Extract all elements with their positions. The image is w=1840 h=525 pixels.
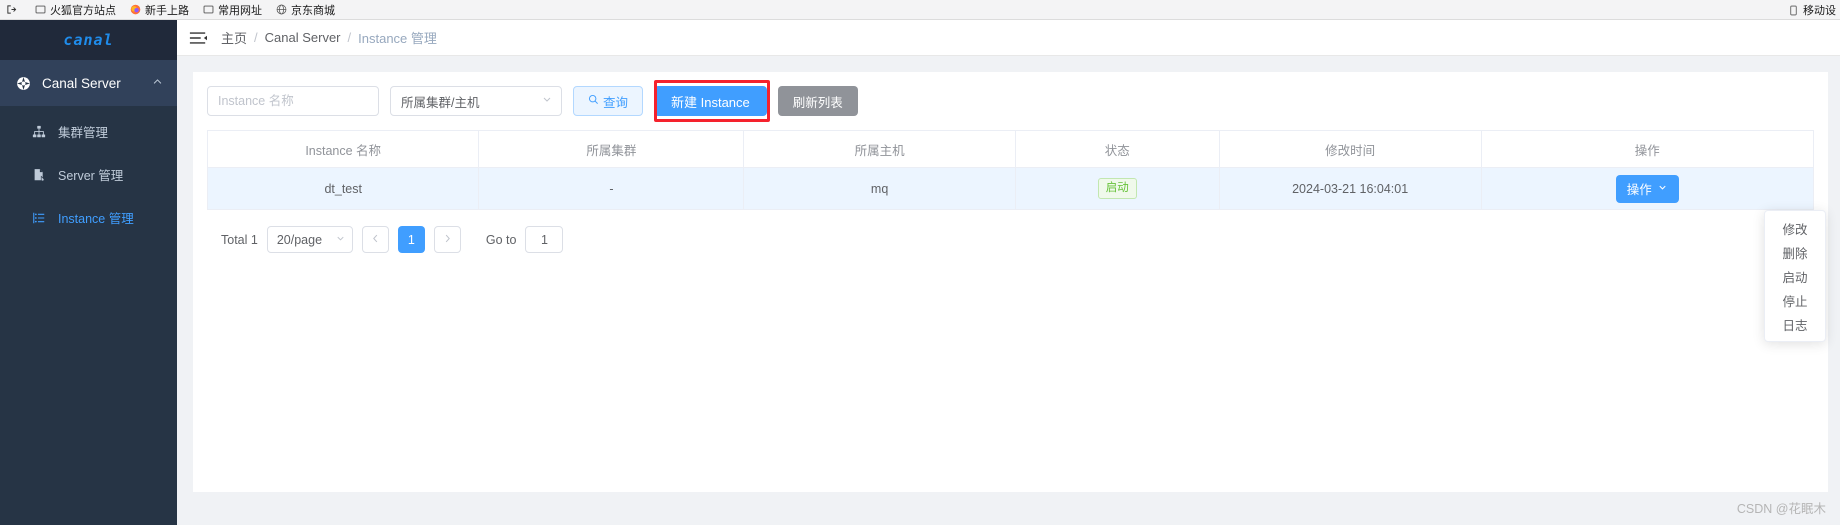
next-page-button[interactable] — [433, 226, 461, 253]
column-header-operation: 操作 — [1481, 130, 1815, 168]
bookmark-label: 新手上路 — [145, 4, 189, 17]
list-icon — [30, 211, 48, 225]
logo-text: canal — [63, 31, 114, 49]
app-shell: canal Canal Server 集群管理 Server 管理 Instan… — [0, 20, 1840, 525]
refresh-list-button[interactable]: 刷新列表 — [777, 86, 858, 116]
sidebar-group-canal-server[interactable]: Canal Server — [0, 60, 177, 106]
cell-status: 启动 — [1015, 167, 1220, 210]
sidebar-item-label: Instance 管理 — [58, 212, 134, 226]
row-action-dropdown-menu: 修改 删除 启动 停止 日志 — [1764, 210, 1826, 342]
watermark: CSDN @花眠木 — [1736, 502, 1826, 516]
cell-operation: 操作 — [1481, 167, 1815, 210]
table-header-row: Instance 名称 所属集群 所属主机 状态 修改时间 操作 — [206, 130, 1815, 168]
sidebar: canal Canal Server 集群管理 Server 管理 Instan… — [0, 20, 177, 525]
pagination-total: Total 1 — [221, 232, 258, 247]
column-header-modified: 修改时间 — [1219, 130, 1482, 168]
breadcrumb-item-current: Instance 管理 — [358, 31, 437, 46]
bookmark-import[interactable] — [6, 4, 21, 15]
page-number-1[interactable]: 1 — [397, 226, 425, 253]
bookmark-label: 常用网址 — [218, 4, 262, 17]
mobile-icon — [1788, 5, 1799, 16]
cell-instance-name: dt_test — [206, 167, 480, 210]
dropdown-item-stop[interactable]: 停止 — [1765, 288, 1825, 312]
globe-icon — [276, 4, 287, 15]
row-action-label: 操作 — [1626, 183, 1652, 197]
search-icon — [588, 94, 599, 108]
chevron-down-icon — [541, 94, 553, 109]
column-header-name: Instance 名称 — [206, 130, 480, 168]
document-edit-icon — [30, 168, 48, 182]
chevron-down-icon — [335, 233, 346, 247]
sidebar-group-label: Canal Server — [42, 75, 121, 91]
goto-label: Go to — [485, 232, 517, 247]
pagination: Total 1 20/page 1 Go to 1 — [207, 210, 1814, 253]
cluster-host-select-value: 所属集群/主机 — [401, 95, 480, 110]
sidebar-logo[interactable]: canal — [0, 20, 177, 60]
firefox-icon — [130, 4, 141, 15]
breadcrumb-separator: / — [254, 30, 258, 45]
cell-host: mq — [743, 167, 1016, 210]
chevron-left-icon — [370, 233, 381, 247]
chevron-right-icon — [442, 233, 453, 247]
dropdown-item-edit[interactable]: 修改 — [1765, 216, 1825, 240]
search-input[interactable] — [207, 86, 379, 116]
column-header-status: 状态 — [1015, 130, 1220, 168]
dropdown-item-log[interactable]: 日志 — [1765, 312, 1825, 336]
instance-panel: 所属集群/主机 查询 新建 Instance — [193, 72, 1828, 492]
breadcrumb-item-canal-server[interactable]: Canal Server — [265, 30, 341, 45]
bookmark-common-sites[interactable]: 常用网址 — [203, 2, 262, 18]
bookmark-label: 京东商城 — [291, 4, 335, 17]
prev-page-button[interactable] — [361, 226, 389, 253]
status-badge: 启动 — [1097, 178, 1137, 199]
main-area: 主页 / Canal Server / Instance 管理 所属集群/主机 — [177, 20, 1840, 525]
compass-icon — [14, 76, 32, 91]
sidebar-item-instance-management[interactable]: Instance 管理 — [0, 196, 177, 239]
sidebar-submenu: 集群管理 Server 管理 Instance 管理 — [0, 106, 177, 239]
column-header-cluster: 所属集群 — [478, 130, 745, 168]
dropdown-item-delete[interactable]: 删除 — [1765, 240, 1825, 264]
table-row[interactable]: dt_test - mq 启动 2024-03-21 16:04:01 操作 — [206, 167, 1815, 210]
breadcrumb: 主页 / Canal Server / Instance 管理 — [221, 28, 437, 47]
query-button[interactable]: 查询 — [573, 86, 644, 116]
bookmark-getting-started[interactable]: 新手上路 — [130, 2, 189, 18]
sidebar-item-label: 集群管理 — [58, 126, 109, 140]
sidebar-item-cluster-management[interactable]: 集群管理 — [0, 110, 177, 153]
content-wrapper: 所属集群/主机 查询 新建 Instance — [177, 56, 1840, 525]
topbar: 主页 / Canal Server / Instance 管理 — [177, 20, 1840, 56]
page-size-select[interactable]: 20/page — [266, 226, 353, 253]
create-instance-button[interactable]: 新建 Instance — [654, 86, 767, 116]
breadcrumb-separator: / — [347, 30, 352, 45]
browser-bookmarks-bar: 火狐官方站点 新手上路 常用网址 京东商城 移动设 — [0, 0, 1840, 20]
hamburger-icon[interactable] — [189, 31, 207, 45]
bookmark-mobile[interactable]: 移动设 — [1788, 0, 1836, 20]
cell-cluster: - — [478, 167, 745, 210]
cluster-host-select[interactable]: 所属集群/主机 — [390, 86, 562, 116]
goto-page-input[interactable] — [525, 226, 564, 253]
page-size-value: 20/page — [276, 232, 323, 247]
create-instance-label: 新建 Instance — [671, 94, 750, 110]
folder-icon — [203, 4, 214, 15]
bookmark-jd-mall[interactable]: 京东商城 — [276, 2, 335, 18]
instance-table: Instance 名称 所属集群 所属主机 状态 修改时间 操作 dt_test… — [206, 130, 1815, 210]
column-header-host: 所属主机 — [743, 130, 1016, 168]
bookmark-firefox-official[interactable]: 火狐官方站点 — [35, 2, 116, 18]
refresh-list-label: 刷新列表 — [792, 95, 843, 110]
sidebar-item-label: Server 管理 — [58, 169, 124, 183]
dropdown-item-start[interactable]: 启动 — [1765, 264, 1825, 288]
cell-modified-time: 2024-03-21 16:04:01 — [1219, 167, 1482, 210]
import-icon — [6, 4, 17, 15]
filter-toolbar: 所属集群/主机 查询 新建 Instance — [207, 80, 1814, 130]
sidebar-item-server-management[interactable]: Server 管理 — [0, 153, 177, 196]
folder-icon — [35, 4, 46, 15]
row-action-button[interactable]: 操作 — [1615, 174, 1679, 203]
query-button-label: 查询 — [603, 95, 629, 110]
chevron-down-icon — [1657, 182, 1668, 196]
sidebar-filler — [0, 239, 177, 525]
sitemap-icon — [30, 125, 48, 139]
breadcrumb-item-home[interactable]: 主页 — [221, 28, 247, 47]
chevron-up-icon[interactable] — [152, 76, 163, 91]
bookmark-label: 火狐官方站点 — [50, 4, 116, 17]
bookmark-label: 移动设 — [1803, 5, 1836, 17]
